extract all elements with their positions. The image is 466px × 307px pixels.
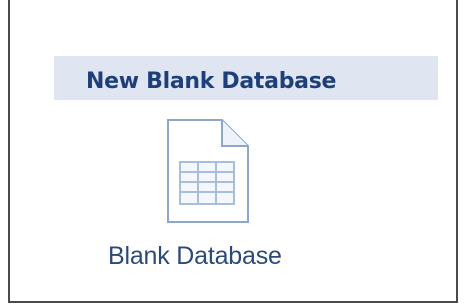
blank-database-document-icon[interactable] (150, 116, 260, 226)
blank-database-tile[interactable]: Blank Database (100, 116, 340, 276)
blank-database-label[interactable]: Blank Database (108, 242, 282, 270)
section-title: New Blank Database (86, 69, 337, 94)
